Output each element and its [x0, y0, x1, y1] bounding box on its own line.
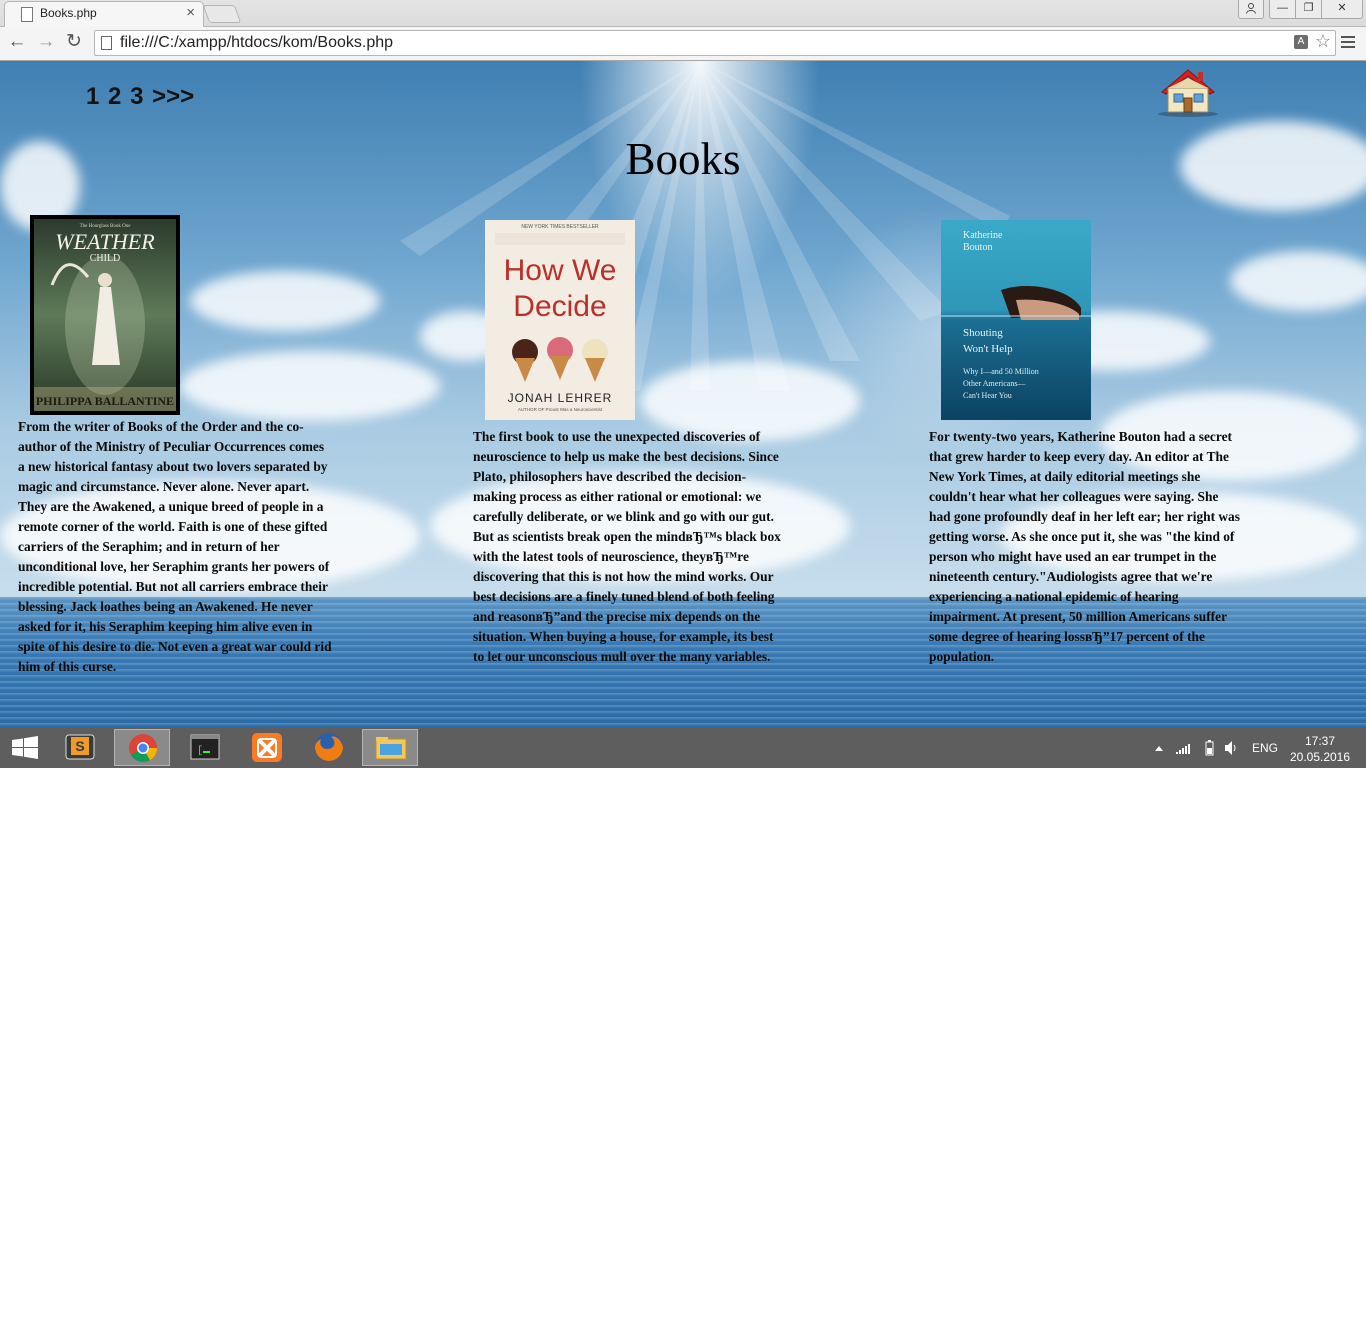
xampp-icon[interactable] — [239, 729, 295, 766]
system-clock[interactable]: 17:37 20.05.2016 — [1288, 733, 1352, 765]
book-description-3: For twenty-two years, Katherine Bouton h… — [929, 429, 1240, 664]
svg-text:CHILD: CHILD — [90, 253, 121, 264]
profile-icon[interactable] — [1238, 0, 1264, 19]
svg-text:Why I—and 50 Million: Why I—and 50 Million — [963, 367, 1039, 376]
new-tab-button[interactable] — [202, 5, 242, 23]
star-icon[interactable]: ☆ — [1315, 31, 1331, 52]
svg-text:AUTHOR OF Proust Was a Neurosc: AUTHOR OF Proust Was a Neuroscientist — [518, 407, 603, 412]
firefox-icon[interactable] — [301, 729, 357, 766]
pagination: 1 2 3 >>> — [86, 83, 196, 111]
browser-toolbar: ← → ↻ file:///C:/xampp/htdocs/kom/Books.… — [0, 27, 1366, 61]
page-icon — [21, 7, 33, 22]
svg-text:PHILIPPA BALLANTINE: PHILIPPA BALLANTINE — [36, 394, 174, 408]
book-cover-shouting-wont-help[interactable]: Katherine Bouton Shouting Won't Help Why… — [941, 220, 1091, 420]
clock-date: 20.05.2016 — [1289, 750, 1351, 764]
page-title: Books — [625, 134, 741, 184]
forward-icon[interactable]: → — [35, 31, 57, 53]
address-bar[interactable]: file:///C:/xampp/htdocs/kom/Books.php A … — [94, 30, 1336, 56]
svg-text:JONAH LEHRER: JONAH LEHRER — [508, 391, 613, 405]
book-cover-how-we-decide[interactable]: NEW YORK TIMES BESTSELLER How We Decide … — [485, 220, 635, 420]
book-description-2: The first book to use the unexpected dis… — [473, 429, 781, 664]
page-link-1[interactable]: 1 — [86, 83, 99, 110]
tab-close-icon[interactable]: × — [186, 4, 195, 21]
svg-text:NEW YORK TIMES BESTSELLER: NEW YORK TIMES BESTSELLER — [521, 224, 599, 230]
network-signal-icon[interactable] — [1174, 728, 1192, 768]
svg-text:Shouting: Shouting — [963, 327, 1003, 339]
svg-text:Won't Help: Won't Help — [963, 343, 1013, 355]
reload-icon[interactable]: ↻ — [63, 31, 85, 53]
back-icon[interactable]: ← — [6, 31, 28, 53]
page-viewport: 1 2 3 >>> Books The Hourglass Book One W… — [0, 61, 1366, 728]
menu-icon[interactable] — [1341, 33, 1355, 53]
svg-text:Decide: Decide — [513, 290, 606, 323]
windows-start-icon[interactable] — [0, 729, 56, 766]
svg-text:WEATHER: WEATHER — [55, 229, 155, 254]
chrome-icon[interactable] — [114, 729, 170, 766]
svg-text:Bouton: Bouton — [963, 242, 992, 253]
svg-text:[: [ — [197, 745, 203, 757]
terminal-icon[interactable]: [ — [177, 729, 233, 766]
svg-text:Katherine: Katherine — [963, 230, 1003, 241]
url-text[interactable]: file:///C:/xampp/htdocs/kom/Books.php — [120, 34, 393, 52]
translate-icon[interactable]: A — [1294, 35, 1308, 49]
cloud — [190, 271, 380, 331]
page-link-2[interactable]: 2 — [108, 83, 121, 110]
tab-title: Books.php — [40, 6, 97, 20]
page-link-3[interactable]: 3 — [130, 83, 143, 110]
next-pages-link[interactable]: >>> — [152, 83, 194, 110]
battery-icon[interactable] — [1203, 728, 1215, 768]
file-explorer-icon[interactable] — [362, 729, 418, 766]
tray-overflow-icon[interactable] — [1152, 728, 1166, 768]
file-icon — [101, 36, 112, 50]
cloud — [180, 351, 440, 421]
home-icon[interactable] — [1154, 66, 1222, 118]
close-window-button[interactable]: ✕ — [1321, 0, 1363, 19]
minimize-button[interactable]: — — [1269, 0, 1296, 19]
tab-strip: Books.php × — ❐ ✕ — [0, 0, 1366, 27]
svg-text:S: S — [75, 738, 84, 754]
svg-text:Other Americans—: Other Americans— — [963, 379, 1026, 388]
book-cover-weather-child[interactable]: The Hourglass Book One WEATHER CHILD PHI… — [30, 215, 180, 415]
svg-text:How We: How We — [504, 254, 617, 287]
clock-time: 17:37 — [1304, 734, 1336, 748]
taskbar: S [ ENG 17:37 20.05.2016 — [0, 728, 1366, 768]
volume-icon[interactable] — [1223, 728, 1239, 768]
language-indicator[interactable]: ENG — [1252, 741, 1278, 755]
restore-button[interactable]: ❐ — [1295, 0, 1322, 19]
browser-tab[interactable]: Books.php × — [4, 1, 204, 27]
sublime-text-icon[interactable]: S — [53, 729, 109, 766]
book-description-1: From the writer of Books of the Order an… — [18, 419, 332, 674]
svg-text:Can't Hear You: Can't Hear You — [963, 391, 1012, 400]
